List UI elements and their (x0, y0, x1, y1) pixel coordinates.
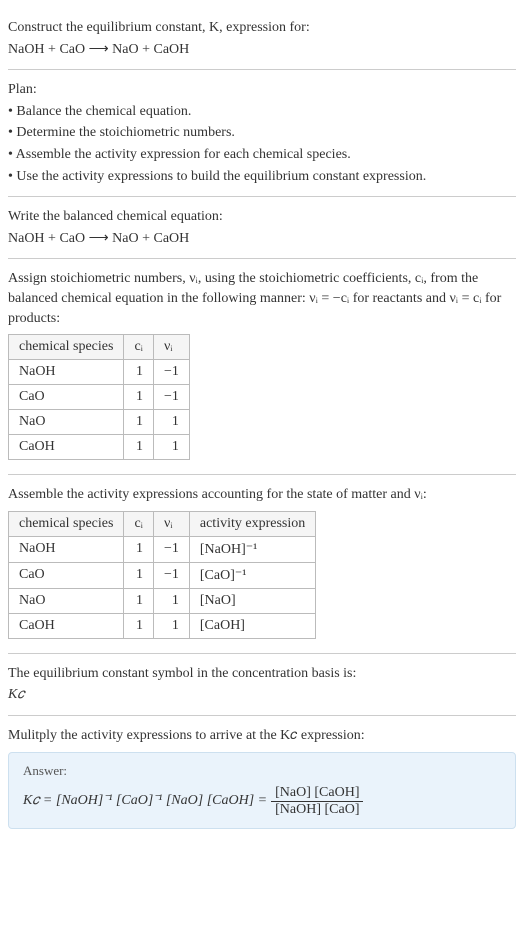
kc-fraction-denominator: [NaOH] [CaO] (271, 802, 363, 818)
kc-fraction-numerator: [NaO] [CaOH] (271, 785, 363, 802)
answer-label: Answer: (23, 763, 501, 779)
col-species: chemical species (9, 335, 124, 360)
cell-vi: 1 (153, 613, 189, 638)
table-header-row: chemical species cᵢ νᵢ (9, 335, 190, 360)
stoichiometric-section: Assign stoichiometric numbers, νᵢ, using… (8, 258, 516, 474)
balanced-equation-section: Write the balanced chemical equation: Na… (8, 196, 516, 258)
col-vi: νᵢ (153, 335, 189, 360)
stoichiometric-intro: Assign stoichiometric numbers, νᵢ, using… (8, 269, 516, 328)
activity-table: chemical species cᵢ νᵢ activity expressi… (8, 511, 316, 639)
prompt-equation: NaOH + CaO ⟶ NaO + CaOH (8, 40, 516, 60)
cell-species: CaOH (9, 435, 124, 460)
cell-ci: 1 (124, 410, 154, 435)
cell-ci: 1 (124, 562, 154, 588)
plan-heading: Plan: (8, 80, 516, 100)
cell-activity: [NaOH]⁻¹ (189, 536, 315, 562)
table-row: NaOH 1 −1 [NaOH]⁻¹ (9, 536, 316, 562)
plan-step-3: • Assemble the activity expression for e… (8, 145, 516, 165)
activity-section: Assemble the activity expressions accoun… (8, 474, 516, 653)
cell-ci: 1 (124, 385, 154, 410)
cell-ci: 1 (124, 536, 154, 562)
cell-species: NaO (9, 410, 124, 435)
kc-expression: K𝑐 = [NaOH]⁻¹ [CaO]⁻¹ [NaO] [CaOH] = [Na… (23, 785, 501, 818)
plan-step-2: • Determine the stoichiometric numbers. (8, 123, 516, 143)
plan-step-1: • Balance the chemical equation. (8, 102, 516, 122)
kc-lhs: K𝑐 = [NaOH]⁻¹ [CaO]⁻¹ [NaO] [CaOH] = (23, 793, 267, 809)
answer-box: Answer: K𝑐 = [NaOH]⁻¹ [CaO]⁻¹ [NaO] [CaO… (8, 752, 516, 829)
cell-ci: 1 (124, 588, 154, 613)
result-heading: Mulitply the activity expressions to arr… (8, 726, 516, 746)
table-row: NaOH 1 −1 (9, 360, 190, 385)
symbol-kc: K𝑐 (8, 685, 516, 705)
table-header-row: chemical species cᵢ νᵢ activity expressi… (9, 511, 316, 536)
kc-fraction: [NaO] [CaOH] [NaOH] [CaO] (271, 785, 363, 818)
cell-activity: [CaO]⁻¹ (189, 562, 315, 588)
cell-vi: 1 (153, 588, 189, 613)
plan-section: Plan: • Balance the chemical equation. •… (8, 69, 516, 196)
cell-species: CaO (9, 385, 124, 410)
cell-ci: 1 (124, 435, 154, 460)
prompt-section: Construct the equilibrium constant, K, e… (8, 8, 516, 69)
col-activity: activity expression (189, 511, 315, 536)
col-ci: cᵢ (124, 511, 154, 536)
cell-ci: 1 (124, 613, 154, 638)
cell-activity: [NaO] (189, 588, 315, 613)
cell-species: NaO (9, 588, 124, 613)
table-row: CaO 1 −1 [CaO]⁻¹ (9, 562, 316, 588)
cell-vi: −1 (153, 360, 189, 385)
table-row: NaO 1 1 [NaO] (9, 588, 316, 613)
symbol-section: The equilibrium constant symbol in the c… (8, 653, 516, 715)
table-row: CaOH 1 1 [CaOH] (9, 613, 316, 638)
col-vi: νᵢ (153, 511, 189, 536)
col-ci: cᵢ (124, 335, 154, 360)
activity-intro: Assemble the activity expressions accoun… (8, 485, 516, 505)
result-section: Mulitply the activity expressions to arr… (8, 715, 516, 837)
symbol-heading: The equilibrium constant symbol in the c… (8, 664, 516, 684)
balanced-equation: NaOH + CaO ⟶ NaO + CaOH (8, 229, 516, 249)
balanced-equation-heading: Write the balanced chemical equation: (8, 207, 516, 227)
cell-vi: 1 (153, 410, 189, 435)
table-row: CaOH 1 1 (9, 435, 190, 460)
prompt-line-1: Construct the equilibrium constant, K, e… (8, 18, 516, 38)
cell-vi: −1 (153, 385, 189, 410)
cell-vi: −1 (153, 562, 189, 588)
cell-ci: 1 (124, 360, 154, 385)
stoichiometric-table: chemical species cᵢ νᵢ NaOH 1 −1 CaO 1 −… (8, 334, 190, 460)
col-species: chemical species (9, 511, 124, 536)
cell-vi: −1 (153, 536, 189, 562)
table-row: CaO 1 −1 (9, 385, 190, 410)
cell-species: CaOH (9, 613, 124, 638)
cell-species: NaOH (9, 360, 124, 385)
cell-species: NaOH (9, 536, 124, 562)
cell-activity: [CaOH] (189, 613, 315, 638)
cell-species: CaO (9, 562, 124, 588)
cell-vi: 1 (153, 435, 189, 460)
table-row: NaO 1 1 (9, 410, 190, 435)
plan-step-4: • Use the activity expressions to build … (8, 167, 516, 187)
